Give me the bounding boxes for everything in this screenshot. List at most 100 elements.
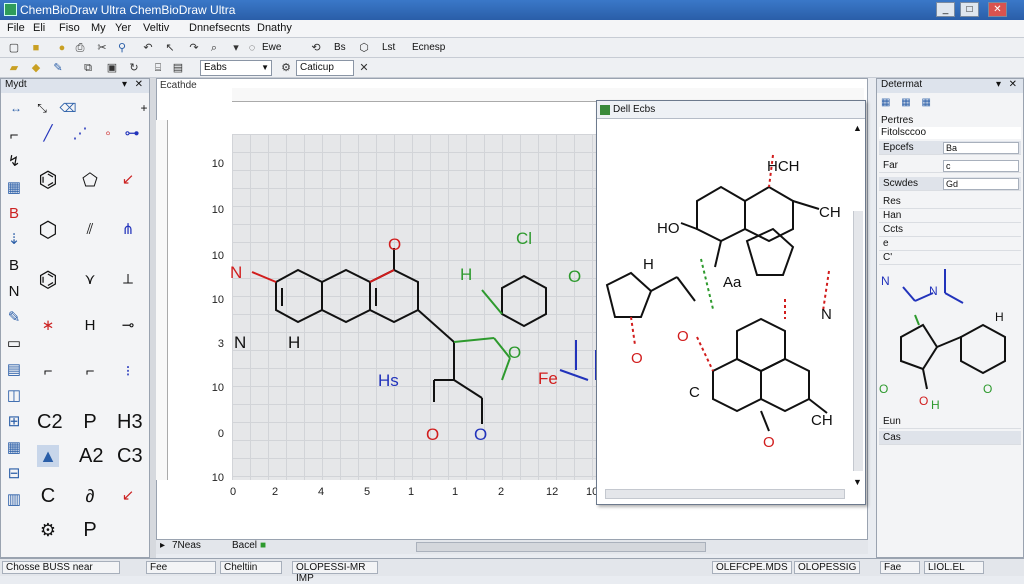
triple-bond-icon[interactable]: ⋔ (117, 219, 139, 241)
menu-text[interactable]: Veltiv (140, 22, 172, 34)
toolbar-label-b[interactable]: Bs (334, 42, 346, 53)
ring-fusion-icon[interactable]: ⟂ (117, 269, 139, 291)
tab-nav-icon[interactable]: ▸ (160, 540, 165, 551)
chain-tool-icon[interactable]: ↯ (3, 151, 25, 173)
prop-row[interactable]: Scwdes Gd (879, 177, 1021, 191)
pointer-icon[interactable]: ↖ (162, 40, 178, 56)
menu-structure[interactable]: Yer (112, 22, 134, 34)
tab-properties[interactable]: Pertres (879, 115, 1021, 127)
settings-icon[interactable]: ⚙ (278, 60, 294, 76)
glyph-c2[interactable]: C2 (37, 411, 63, 433)
tab-fitolsccoo[interactable]: Fitolsccoo (879, 127, 1021, 139)
pin-icon[interactable]: ▾ (122, 79, 127, 90)
cut-icon[interactable]: ✂ (94, 40, 110, 56)
prop-row[interactable]: Epcefs Ba (879, 141, 1021, 155)
radical-icon[interactable]: ∗ (37, 315, 59, 337)
wedge-bond-icon[interactable]: ╱ (37, 123, 59, 145)
document-horizontal-scrollbar[interactable] (416, 542, 706, 552)
eraser-tool-icon[interactable]: ▭ (3, 333, 25, 355)
ring-icon[interactable]: ⬡ (356, 40, 372, 56)
glyph-h3[interactable]: H3 (117, 411, 143, 433)
arrow-tool-icon[interactable]: ⇣ (3, 229, 25, 251)
prop-row[interactable]: Res (879, 195, 1021, 209)
search-icon[interactable]: ⚲ (114, 40, 130, 56)
popup-scroll-down-icon[interactable]: ▼ (853, 477, 862, 487)
ring-tool-icon[interactable]: ▦ (3, 177, 25, 199)
query-tool-icon[interactable]: ⊟ (3, 463, 25, 485)
close-toolbar-icon[interactable]: ✕ (356, 60, 372, 76)
h-atom-icon[interactable]: H (79, 315, 101, 337)
charge-icon[interactable]: ↙ (117, 169, 139, 191)
props-sort-icon[interactable]: ▦ (881, 97, 890, 108)
print-icon[interactable]: ⎙ (72, 40, 88, 56)
open-folder-icon[interactable]: ■ (28, 40, 44, 56)
n-tool-icon[interactable]: N (3, 281, 25, 303)
maximize-button[interactable]: □ (960, 2, 979, 17)
lone-pair-icon[interactable]: ⊸ (117, 315, 139, 337)
bracket-icon[interactable]: ⌐ (37, 361, 59, 383)
props-view-icon[interactable]: ▦ (921, 97, 930, 108)
double-bond-icon[interactable]: ⫽ (79, 219, 101, 241)
prop-row[interactable]: e (879, 237, 1021, 251)
move-icon[interactable]: ⤡ (31, 97, 53, 119)
text-tool-icon[interactable]: B (3, 203, 25, 225)
redo-icon[interactable]: ↷ (186, 40, 202, 56)
prop-row[interactable]: Ccts (879, 223, 1021, 237)
toolbar-label-d[interactable]: Ecnesp (412, 42, 445, 53)
props-close-icon[interactable]: ✕ (1009, 79, 1017, 90)
gear-ring-icon[interactable]: ⚙ (37, 519, 59, 541)
phenyl-icon[interactable]: ⌬ (37, 269, 59, 291)
props-pin-icon[interactable]: ▾ (996, 79, 1001, 90)
template-icon[interactable]: ⌸ (150, 60, 166, 76)
plasmid-tool-icon[interactable]: ▥ (3, 489, 25, 511)
lasso-tool-icon[interactable]: ◫ (3, 385, 25, 407)
bond-tool-icon[interactable]: ⌐ (3, 125, 25, 147)
folder-icon[interactable]: ▰ (6, 60, 22, 76)
toolbar-label-c[interactable]: Lst (382, 42, 395, 53)
popup-horizontal-scrollbar[interactable] (605, 489, 845, 499)
popup-vertical-scrollbar[interactable] (853, 211, 863, 471)
palette-close-icon[interactable]: ✕ (135, 79, 143, 90)
template-tool-icon[interactable]: ▦ (3, 437, 25, 459)
menu-documents[interactable]: Dnnefsecnts (186, 22, 253, 34)
cyclohexane-icon[interactable]: ⬡ (37, 219, 59, 241)
hash-bond-icon[interactable]: ⋰ (69, 123, 91, 145)
eraser-icon[interactable]: ⌫ (57, 97, 79, 119)
popup-molecule[interactable]: HCH HO CH H Aa N O CH C O O (597, 141, 853, 461)
cyclopentane-icon[interactable]: ⬠ (79, 169, 101, 191)
minimize-button[interactable]: _ (936, 2, 955, 17)
refresh-icon[interactable]: ↻ (126, 60, 142, 76)
menu-file[interactable]: File (4, 22, 28, 34)
benzene-icon[interactable]: ⌬ (37, 169, 59, 191)
prop-row[interactable]: Eun (879, 415, 1021, 429)
layout-icon[interactable]: ▤ (170, 60, 186, 76)
rotate-icon[interactable]: ⟲ (308, 40, 324, 56)
atom-o-icon[interactable]: ◦ (97, 123, 119, 145)
glyph-c[interactable]: C (37, 485, 59, 507)
menu-help[interactable]: Dnathy (254, 22, 295, 34)
dots-icon[interactable]: ⁝ (117, 361, 139, 383)
select-icon[interactable]: ↔ (5, 97, 27, 119)
style-combo[interactable]: Eabs ▼ (200, 60, 272, 76)
document-tab[interactable]: 7Neas (172, 540, 201, 551)
menu-edit[interactable]: Eli (30, 22, 48, 34)
save-icon[interactable]: ● (54, 40, 70, 56)
props-filter-icon[interactable]: ▦ (901, 97, 910, 108)
edit-icon[interactable]: ✎ (50, 60, 66, 76)
menu-object[interactable]: My (88, 22, 109, 34)
close-button[interactable]: ✕ (988, 2, 1007, 17)
atom-map-icon[interactable]: ⊶ (121, 123, 143, 145)
chain-icon[interactable]: ⌐ (79, 361, 101, 383)
orbital-tool-icon[interactable]: ⊞ (3, 411, 25, 433)
paste-icon[interactable]: ▣ (104, 60, 120, 76)
prop-row[interactable]: Cas (879, 431, 1021, 445)
glyph-p[interactable]: P (79, 411, 101, 433)
new-icon[interactable]: ▢ (6, 40, 22, 56)
red-arrow-icon[interactable]: ↙ (117, 485, 139, 507)
copy-icon[interactable]: ⧉ (80, 60, 96, 76)
popup-scroll-up-icon[interactable]: ▲ (853, 123, 862, 133)
open-icon[interactable]: ◆ (28, 60, 44, 76)
prop-row[interactable]: Han (879, 209, 1021, 223)
lasso-icon[interactable]: ◌ (244, 40, 260, 56)
menu-view[interactable]: Fiso (56, 22, 83, 34)
